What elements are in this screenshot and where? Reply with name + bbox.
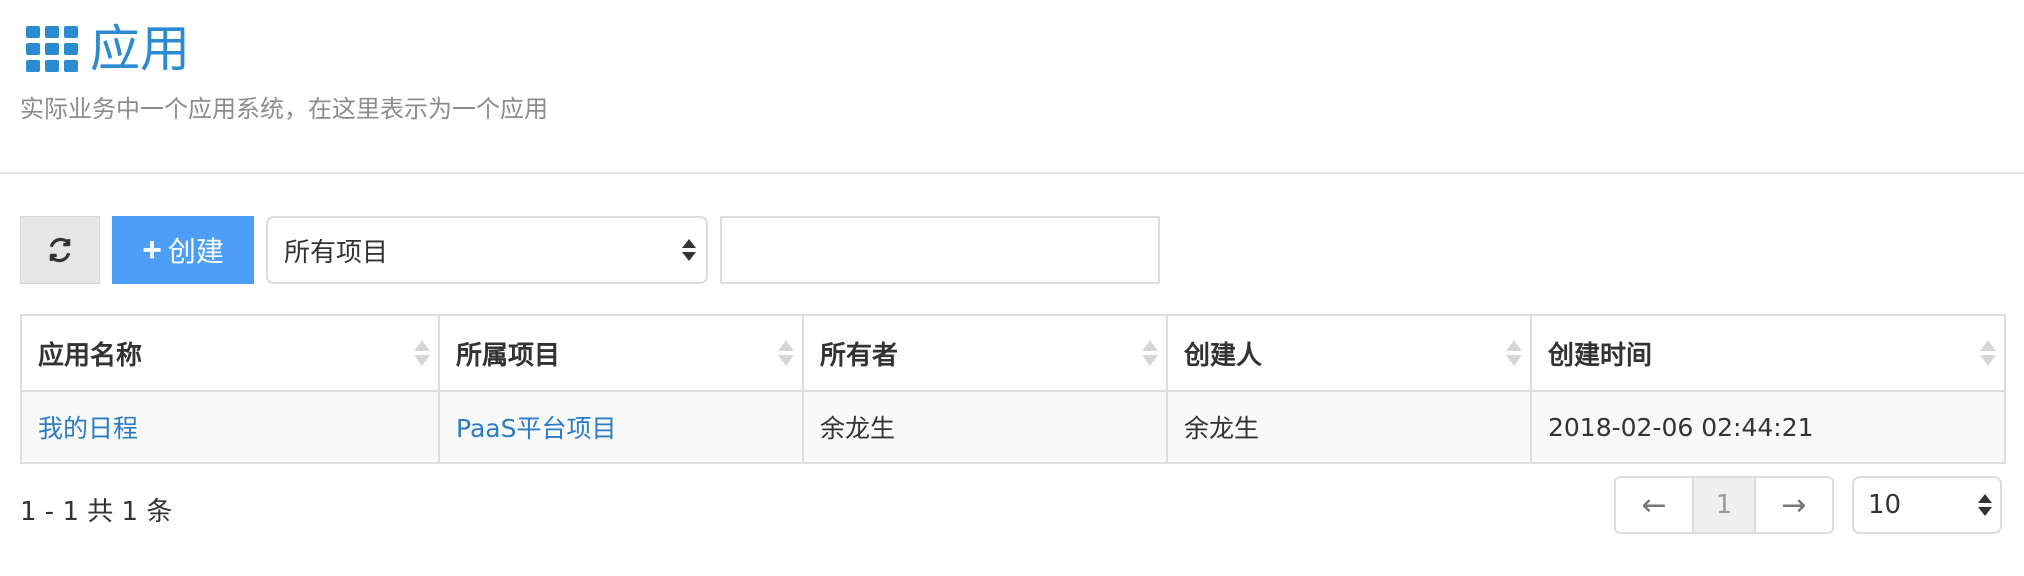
cell-owner: 余龙生 bbox=[802, 390, 1168, 464]
column-header-label: 创建人 bbox=[1184, 340, 1263, 371]
search-input[interactable] bbox=[720, 216, 1160, 284]
select-arrows-icon bbox=[1978, 494, 1992, 516]
apps-table: 应用名称 所属项目 所有者 创建人 创建时间 我的日程 PaaS平台项目 余龙生… bbox=[20, 314, 2006, 464]
apps-table-container: 应用名称 所属项目 所有者 创建人 创建时间 我的日程 PaaS平台项目 余龙生… bbox=[20, 314, 2006, 464]
column-header-project[interactable]: 所属项目 bbox=[438, 314, 804, 392]
table-row: 我的日程 PaaS平台项目 余龙生 余龙生 2018-02-06 02:44:2… bbox=[20, 390, 2006, 464]
table-header-row: 应用名称 所属项目 所有者 创建人 创建时间 bbox=[20, 314, 2006, 392]
project-filter-select[interactable]: 所有项目 bbox=[266, 216, 708, 284]
page-title: 应用 bbox=[90, 20, 190, 78]
project-link[interactable]: PaaS平台项目 bbox=[456, 414, 616, 443]
page-number-button[interactable]: 1 bbox=[1692, 478, 1756, 532]
sort-icon bbox=[1506, 340, 1522, 366]
pagination-summary: 1 - 1 共 1 条 bbox=[20, 497, 173, 527]
page-size-value: 10 bbox=[1868, 490, 1902, 520]
prev-page-button[interactable]: ← bbox=[1616, 478, 1692, 532]
plus-icon: + bbox=[142, 231, 162, 269]
title-row: 应用 bbox=[26, 14, 190, 84]
refresh-button[interactable] bbox=[20, 216, 100, 284]
cell-created-time: 2018-02-06 02:44:21 bbox=[1530, 390, 2006, 464]
create-button[interactable]: + 创建 bbox=[112, 216, 254, 284]
column-header-created-time[interactable]: 创建时间 bbox=[1530, 314, 2006, 392]
pagination: ← 1 → bbox=[1614, 476, 1834, 534]
sort-icon bbox=[1142, 340, 1158, 366]
sort-icon bbox=[778, 340, 794, 366]
toolbar: + 创建 所有项目 bbox=[20, 216, 1160, 284]
column-header-creator[interactable]: 创建人 bbox=[1166, 314, 1532, 392]
column-header-owner[interactable]: 所有者 bbox=[802, 314, 1168, 392]
page-subtitle: 实际业务中一个应用系统，在这里表示为一个应用 bbox=[20, 95, 548, 123]
cell-project: PaaS平台项目 bbox=[438, 390, 804, 464]
page-header: 应用 实际业务中一个应用系统，在这里表示为一个应用 bbox=[0, 0, 2024, 174]
cell-creator: 余龙生 bbox=[1166, 390, 1532, 464]
apps-grid-icon bbox=[26, 26, 80, 72]
column-header-label: 创建时间 bbox=[1548, 340, 1653, 371]
sort-icon bbox=[414, 340, 430, 366]
project-filter-value: 所有项目 bbox=[284, 237, 389, 268]
app-name-link[interactable]: 我的日程 bbox=[38, 414, 138, 443]
page-size-select[interactable]: 10 bbox=[1852, 476, 2002, 534]
column-header-label: 所属项目 bbox=[456, 340, 561, 371]
column-header-label: 所有者 bbox=[820, 340, 899, 371]
sort-icon bbox=[1980, 340, 1996, 366]
column-header-label: 应用名称 bbox=[38, 340, 143, 371]
cell-app-name: 我的日程 bbox=[20, 390, 440, 464]
refresh-icon bbox=[49, 237, 71, 263]
select-arrows-icon bbox=[682, 239, 696, 261]
next-page-button[interactable]: → bbox=[1756, 478, 1832, 532]
column-header-app-name[interactable]: 应用名称 bbox=[20, 314, 440, 392]
create-button-label: 创建 bbox=[167, 236, 224, 267]
